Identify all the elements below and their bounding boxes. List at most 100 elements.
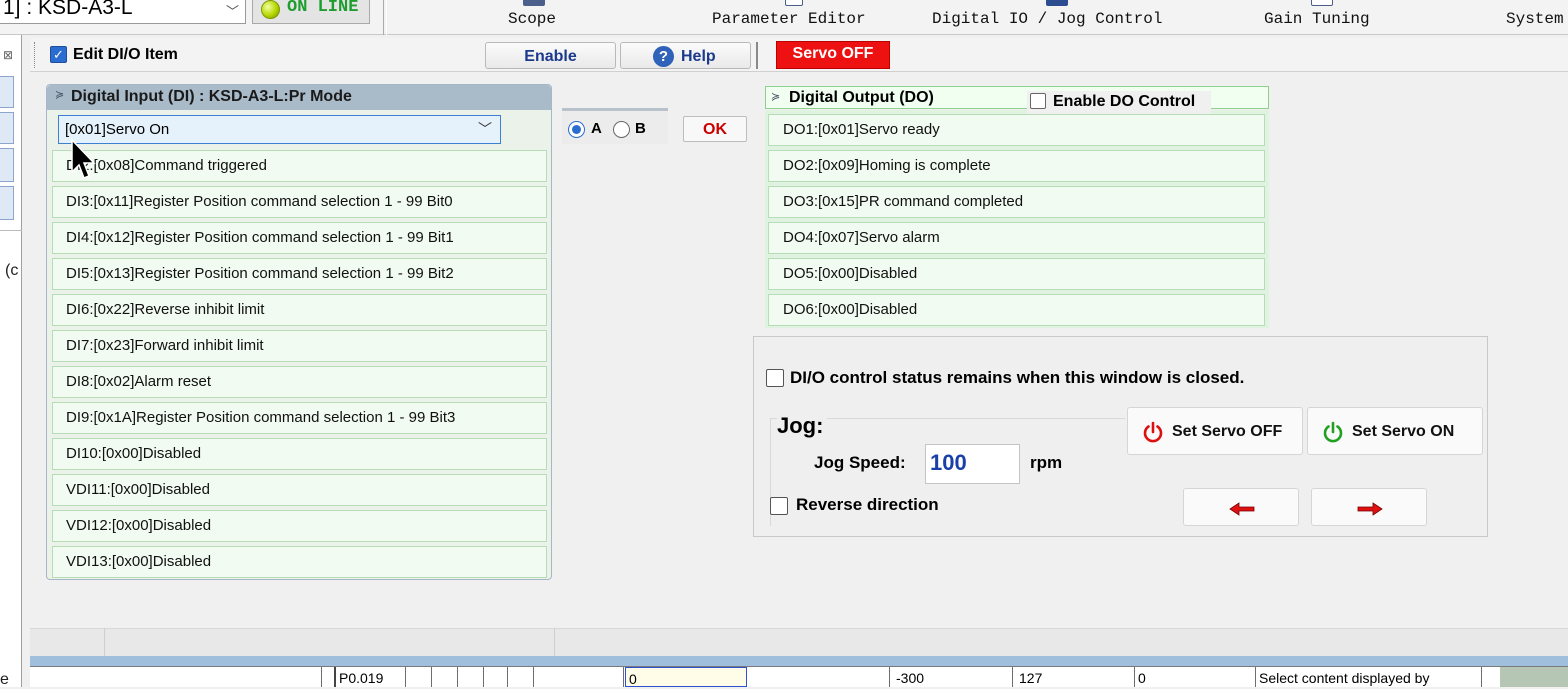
ok-button[interactable]: OK (683, 116, 747, 142)
power-icon (1143, 421, 1163, 443)
contact-b-radio[interactable] (613, 121, 630, 138)
gain-tuning-icon (1311, 0, 1333, 6)
side-tab-3[interactable] (0, 148, 14, 182)
di-row[interactable]: DI6:[0x22]Reverse inhibit limit (52, 294, 547, 326)
side-tab-1[interactable] (0, 76, 14, 108)
rpm-unit-label: rpm (1030, 453, 1063, 472)
enable-do-label: Enable DO Control (1053, 93, 1196, 110)
chevron-down-icon: ﹀ (225, 4, 239, 19)
grid-cell[interactable]: 127 (1016, 667, 1135, 687)
jog-speed-input[interactable]: 100 (925, 444, 1020, 484)
drag-handle[interactable] (34, 42, 38, 68)
power-icon (1323, 421, 1343, 443)
di-row[interactable]: VDI11:[0x00]Disabled (52, 474, 547, 506)
grid-cell[interactable] (534, 667, 624, 687)
help-button[interactable]: ? Help (620, 42, 751, 69)
grid-cell[interactable] (458, 667, 484, 687)
di-row[interactable]: DI2:[0x08]Command triggered (52, 150, 547, 182)
menu-scope[interactable]: Scope (508, 10, 556, 32)
toolbar-divider (383, 0, 387, 35)
reverse-direction-label: Reverse direction (796, 495, 939, 514)
do-row[interactable]: DO1:[0x01]Servo ready (768, 114, 1265, 146)
menu-gain-tuning[interactable]: Gain Tuning (1264, 10, 1370, 32)
di-row[interactable]: DI5:[0x13]Register Position command sele… (52, 258, 547, 290)
side-tab-4[interactable] (0, 186, 14, 220)
di-row[interactable]: DI7:[0x23]Forward inhibit limit (52, 330, 547, 362)
status-led-icon (261, 0, 280, 19)
di-row[interactable]: VDI12:[0x00]Disabled (52, 510, 547, 542)
set-servo-on-label: Set Servo ON (1352, 423, 1455, 440)
arrow-left-icon (1229, 502, 1255, 516)
reverse-direction-checkbox[interactable] (770, 497, 788, 515)
scope-icon (523, 0, 545, 6)
model-select-value: 1] : KSD-A3-L (3, 0, 133, 19)
chevron-down-icon: ﹀ (478, 121, 492, 137)
grid-cell[interactable]: Select content displayed by (1256, 667, 1482, 687)
grid-cell[interactable]: -300 (893, 667, 1013, 687)
grid-cell[interactable] (484, 667, 508, 687)
jog-speed-label: Jog Speed: (814, 453, 906, 472)
side-tab-2[interactable] (0, 112, 14, 144)
jog-title: Jog: (777, 413, 828, 439)
di-row[interactable]: DI3:[0x11]Register Position command sele… (52, 186, 547, 218)
online-status-text: ON LINE (287, 0, 359, 17)
close-icon[interactable]: ⊠ (0, 45, 16, 65)
contact-a-radio[interactable] (568, 121, 585, 138)
do-row[interactable]: DO2:[0x09]Homing is complete (768, 150, 1265, 182)
servo-status-badge: Servo OFF (776, 41, 890, 69)
di-row[interactable]: DI9:[0x1A]Register Position command sele… (52, 402, 547, 434)
do-row[interactable]: DO5:[0x00]Disabled (768, 258, 1265, 290)
arrow-right-icon (1357, 502, 1383, 516)
enable-button[interactable]: Enable (485, 42, 616, 69)
side-divider (0, 230, 22, 231)
grid-cell[interactable] (44, 667, 322, 687)
set-servo-on-button[interactable]: Set Servo ON (1307, 407, 1483, 455)
model-select[interactable]: 1] : KSD-A3-L ﹀ (0, 0, 246, 24)
set-servo-off-label: Set Servo OFF (1172, 423, 1283, 440)
remain-status-checkbox[interactable] (766, 369, 784, 387)
help-button-label: Help (681, 48, 716, 65)
grid-cell[interactable] (776, 667, 890, 687)
help-icon: ? (653, 46, 674, 67)
enable-do-checkbox[interactable] (1030, 93, 1046, 109)
remain-status-label: DI/O control status remains when this wi… (790, 368, 1245, 387)
status-bar (30, 628, 1568, 656)
digital-io-icon (1046, 0, 1068, 6)
menu-parameter-editor[interactable]: Parameter Editor (712, 10, 866, 32)
do-row[interactable]: DO6:[0x00]Disabled (768, 294, 1265, 326)
set-servo-off-button[interactable]: Set Servo OFF (1127, 407, 1303, 455)
di-row[interactable]: DI8:[0x02]Alarm reset (52, 366, 547, 398)
collapse-chevron-icon[interactable]: ≽ (771, 90, 780, 103)
digital-input-title: Digital Input (DI) : KSD-A3-L:Pr Mode (47, 85, 551, 110)
jog-forward-button[interactable] (1311, 488, 1427, 526)
di1-function-value: [0x01]Servo On (65, 121, 170, 138)
do-row[interactable]: DO4:[0x07]Servo alarm (768, 222, 1265, 254)
di-row[interactable]: VDI13:[0x00]Disabled (52, 546, 547, 578)
grid-cell[interactable] (432, 667, 458, 687)
edit-dio-label: Edit DI/O Item (73, 46, 178, 63)
grid-edit-cell[interactable]: 0 (625, 667, 747, 687)
grid-cell[interactable] (508, 667, 534, 687)
collapse-chevron-icon[interactable]: ≽ (55, 88, 64, 101)
di-row[interactable]: DI4:[0x12]Register Position command sele… (52, 222, 547, 254)
ab-divider (642, 108, 666, 111)
status-divider (104, 628, 105, 656)
side-text-bottom: e (0, 671, 9, 688)
online-status-badge: ON LINE (252, 0, 370, 24)
parameter-editor-icon (785, 0, 803, 6)
contact-a-label: A (591, 120, 602, 137)
di-row[interactable]: DI10:[0x00]Disabled (52, 438, 547, 470)
jog-reverse-button[interactable] (1183, 488, 1299, 526)
menu-system[interactable]: System (1506, 10, 1564, 32)
grid-cell[interactable]: 0 (1135, 667, 1256, 687)
di1-function-select[interactable]: [0x01]Servo On ﹀ (58, 115, 501, 144)
grid-header-bar (30, 656, 1568, 666)
grid-scroll-area[interactable] (1500, 667, 1568, 687)
menu-digital-io-jog[interactable]: Digital IO / Jog Control (932, 10, 1162, 32)
header-divider (756, 42, 758, 69)
grid-cell[interactable] (406, 667, 432, 687)
edit-dio-checkbox[interactable]: ✓ (50, 46, 67, 63)
do-row[interactable]: DO3:[0x15]PR command completed (768, 186, 1265, 218)
grid-cell[interactable]: P0.019 (334, 667, 406, 687)
contact-b-label: B (635, 120, 646, 137)
